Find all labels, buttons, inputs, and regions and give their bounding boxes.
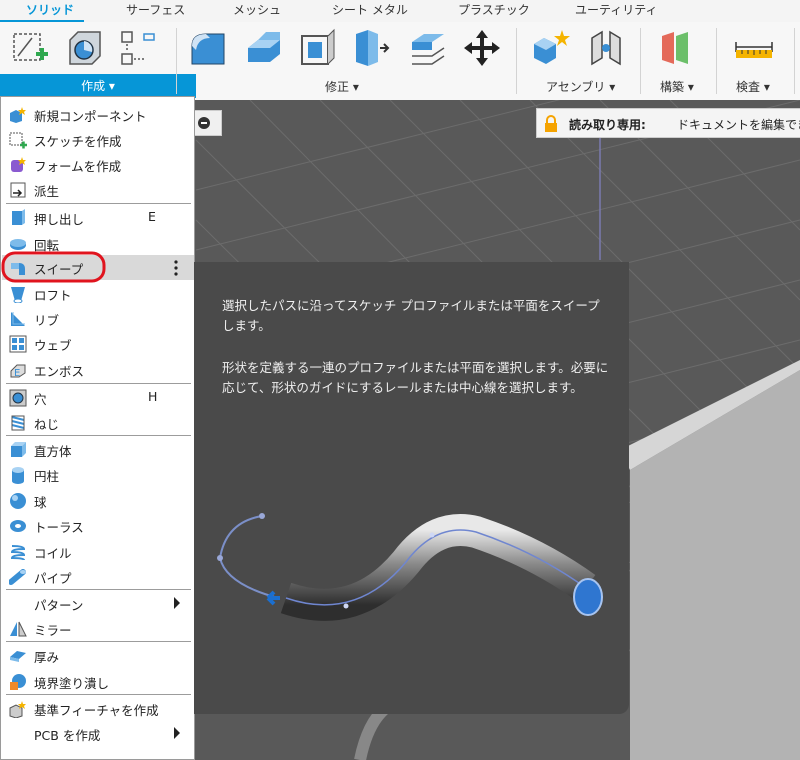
menu-divider xyxy=(6,641,191,642)
coil-icon xyxy=(10,545,26,561)
sphere-icon xyxy=(10,493,26,509)
menu-divider xyxy=(6,383,191,384)
menu-item-pcb[interactable]: PCB を作成 xyxy=(2,721,194,746)
pipe-icon xyxy=(9,569,26,585)
boundary-fill-icon xyxy=(10,674,26,690)
new-component-icon xyxy=(10,107,26,123)
more-options-icon[interactable] xyxy=(172,259,180,277)
measure-icon[interactable] xyxy=(734,28,774,68)
menu-item-derive[interactable]: 派生 xyxy=(2,177,194,202)
menu-item-thread[interactable]: ねじ xyxy=(2,410,194,435)
hole-icon xyxy=(9,389,27,407)
menu-item-coil[interactable]: コイル xyxy=(2,539,194,564)
submenu-arrow-icon xyxy=(174,597,180,609)
readonly-banner: 読み取り専用: ドキュメントを編集でき xyxy=(536,108,800,138)
menu-item-mirror[interactable]: ミラー xyxy=(2,616,194,641)
highlight-ring xyxy=(1,251,106,283)
toolbar-divider xyxy=(716,28,717,94)
assemble-dropdown[interactable]: アセンブリ ▾ xyxy=(546,78,615,95)
menu-item-sphere[interactable]: 球 xyxy=(2,488,194,513)
menu-divider xyxy=(6,435,191,436)
split-face-icon[interactable] xyxy=(352,28,392,68)
menu-item-web[interactable]: ウェブ xyxy=(2,331,194,356)
toolbar-divider xyxy=(640,28,641,94)
modify-dropdown[interactable]: 修正 ▾ xyxy=(325,78,359,95)
tab-surface[interactable]: サーフェス xyxy=(126,0,185,22)
readonly-title: 読み取り専用: xyxy=(569,118,646,132)
construct-dropdown[interactable]: 構築 ▾ xyxy=(660,78,694,95)
tab-plastic[interactable]: プラスチック xyxy=(458,0,530,22)
collapse-button[interactable] xyxy=(194,110,222,136)
svg-text:E: E xyxy=(14,368,20,379)
shell-icon[interactable] xyxy=(298,28,338,68)
menu-item-rib[interactable]: リブ xyxy=(2,306,194,331)
derive-icon[interactable] xyxy=(118,28,158,68)
web-icon xyxy=(9,335,27,353)
offset-face-icon[interactable] xyxy=(408,28,448,68)
readonly-message: ドキュメントを編集でき xyxy=(677,118,800,132)
menu-item-base-feature[interactable]: 基準フィーチャを作成 xyxy=(2,696,194,721)
menu-item-pipe[interactable]: パイプ xyxy=(2,564,194,589)
menu-item-box[interactable]: 直方体 xyxy=(2,437,194,462)
torus-icon xyxy=(10,520,26,532)
create-menu: 新規コンポーネント スケッチを作成 フォームを作成 派生 押し出し E 回転 ス… xyxy=(0,96,195,760)
menu-divider xyxy=(6,203,191,204)
create-form-icon[interactable] xyxy=(64,28,104,68)
tab-utility[interactable]: ユーティリティ xyxy=(575,0,658,22)
joint-icon[interactable] xyxy=(586,28,626,68)
toolbar-divider xyxy=(516,28,517,94)
base-feature-icon xyxy=(9,701,26,718)
thread-icon xyxy=(11,415,25,431)
menu-item-boundary-fill[interactable]: 境界塗り潰し xyxy=(2,669,194,694)
press-pull-icon[interactable] xyxy=(244,28,284,68)
new-component-icon[interactable] xyxy=(532,28,572,68)
box-icon xyxy=(11,442,26,457)
menu-item-create-sketch[interactable]: スケッチを作成 xyxy=(2,127,194,152)
menu-item-emboss[interactable]: E エンボス xyxy=(2,357,194,382)
toolbar-divider xyxy=(794,28,795,94)
menu-item-create-form[interactable]: フォームを作成 xyxy=(2,152,194,177)
rib-icon xyxy=(11,312,25,326)
create-form-icon xyxy=(11,157,26,172)
tab-mesh[interactable]: メッシュ xyxy=(233,0,281,22)
minus-circle-icon xyxy=(198,117,210,129)
create-dropdown[interactable]: 作成 ▾ xyxy=(0,74,196,98)
fillet-icon[interactable] xyxy=(188,28,228,68)
menu-divider xyxy=(6,589,191,590)
tab-bar: ソリッド サーフェス メッシュ シート メタル プラスチック ユーティリティ xyxy=(0,0,800,23)
menu-item-new-component[interactable]: 新規コンポーネント xyxy=(2,102,194,127)
tooltip-instructions: 形状を定義する一連のプロファイルまたは平面を選択します。必要に応じて、形状のガイ… xyxy=(222,360,609,395)
menu-divider xyxy=(6,694,191,695)
derive-icon xyxy=(10,182,26,198)
tooltip-description: 選択したパスに沿ってスケッチ プロファイルまたは平面をスイープします。 xyxy=(222,298,600,333)
thicken-icon xyxy=(10,651,26,662)
move-icon[interactable] xyxy=(462,28,502,68)
emboss-icon: E xyxy=(10,364,26,379)
tab-sheet-metal[interactable]: シート メタル xyxy=(332,0,408,22)
sweep-tooltip: 選択したパスに沿ってスケッチ プロファイルまたは平面をスイープします。 形状を定… xyxy=(194,262,629,714)
inspect-dropdown[interactable]: 検査 ▾ xyxy=(736,78,770,95)
mirror-icon xyxy=(10,621,27,637)
toolbar-divider xyxy=(176,28,177,94)
menu-item-cylinder[interactable]: 円柱 xyxy=(2,462,194,487)
menu-item-extrude[interactable]: 押し出し E xyxy=(2,205,194,230)
menu-item-pattern[interactable]: パターン xyxy=(2,591,194,616)
toolbar: 作成 ▾ 修正 ▾ アセンブリ ▾ 構築 ▾ 検査 ▾ xyxy=(0,22,800,101)
create-sketch-icon[interactable] xyxy=(10,28,50,68)
create-sketch-icon xyxy=(9,132,27,149)
menu-item-torus[interactable]: トーラス xyxy=(2,513,194,538)
menu-item-hole[interactable]: 穴 H xyxy=(2,385,194,410)
tab-solid[interactable]: ソリッド xyxy=(26,0,74,22)
submenu-arrow-icon xyxy=(174,727,180,739)
menu-item-thicken[interactable]: 厚み xyxy=(2,643,194,668)
lock-icon xyxy=(545,115,557,132)
loft-icon xyxy=(11,287,25,303)
extrude-icon xyxy=(12,209,25,225)
offset-plane-icon[interactable] xyxy=(656,28,696,68)
cylinder-icon xyxy=(12,467,24,484)
sweep-preview-image xyxy=(217,513,603,621)
